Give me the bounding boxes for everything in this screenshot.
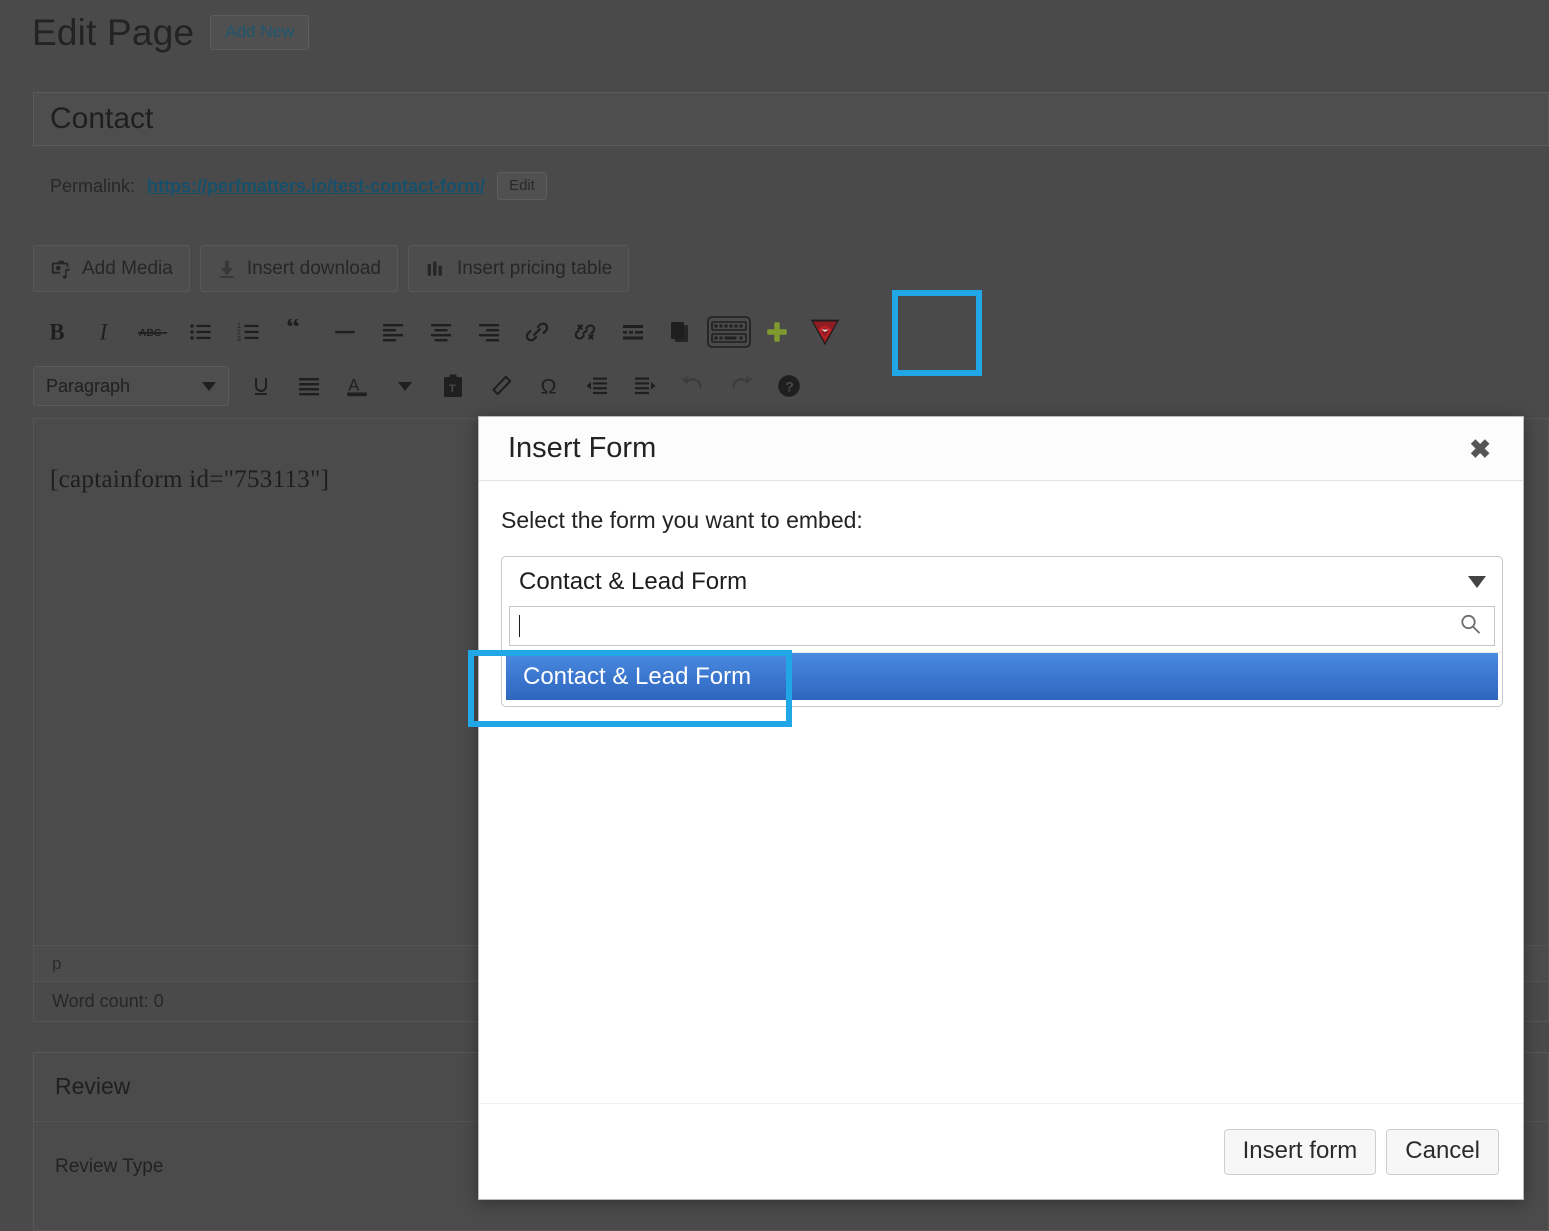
insert-pricing-table-label: Insert pricing table [457, 257, 613, 279]
svg-text:Ω: Ω [540, 374, 556, 399]
bold-button[interactable]: B [33, 308, 81, 356]
screenshot-root: Edit Page Add New Contact Permalink: htt… [0, 0, 1549, 1231]
editor-toolbar-row-2: Paragraph A T Ω ? [33, 362, 813, 410]
strikethrough-button[interactable]: ABC [129, 308, 177, 356]
decrease-indent-button[interactable] [573, 362, 621, 410]
page-heading-row: Edit Page Add New [32, 12, 310, 53]
insert-download-label: Insert download [246, 257, 381, 279]
insert-form-modal: Insert Form ✖ Select the form you want t… [478, 416, 1524, 1200]
svg-text:?: ? [785, 378, 794, 394]
numbered-list-button[interactable]: 1 2 3 [225, 308, 273, 356]
permalink-link[interactable]: https://perfmatters.io/test-contact-form… [147, 176, 485, 197]
special-character-button[interactable]: Ω [525, 362, 573, 410]
svg-text:B: B [49, 320, 64, 345]
svg-text:I: I [99, 320, 109, 345]
cancel-button[interactable]: Cancel [1386, 1128, 1499, 1175]
page-title: Edit Page [32, 12, 195, 53]
remove-link-button[interactable] [561, 308, 609, 356]
distraction-free-button[interactable] [657, 308, 705, 356]
svg-text:3: 3 [237, 336, 241, 343]
horizontal-rule-button[interactable] [321, 308, 369, 356]
increase-indent-button[interactable] [621, 362, 669, 410]
insert-form-button[interactable]: Insert form [1223, 1128, 1377, 1175]
text-color-button[interactable]: A [333, 362, 381, 410]
modal-header: Insert Form ✖ [479, 417, 1523, 481]
editor-shortcode-text: [captainform id="753113"] [50, 466, 330, 493]
insert-download-button[interactable]: Insert download [199, 245, 398, 292]
modal-body: Select the form you want to embed: Conta… [479, 481, 1523, 1103]
editor-toolbar-row-1: B I ABC 1 2 3 “ [33, 308, 849, 356]
captainform-toolbar-button[interactable] [801, 308, 849, 356]
text-color-dropdown-button[interactable] [381, 362, 429, 410]
chevron-down-icon [202, 381, 216, 391]
post-title-value: Contact [50, 102, 154, 135]
form-select-search-wrapper [502, 606, 1502, 652]
insert-link-button[interactable] [513, 308, 561, 356]
search-icon [1458, 612, 1482, 641]
justify-button[interactable] [285, 362, 333, 410]
italic-button[interactable]: I [81, 308, 129, 356]
keyboard-shortcuts-help-button[interactable]: ? [765, 362, 813, 410]
permalink-edit-button[interactable]: Edit [497, 172, 547, 200]
add-media-icon [50, 258, 72, 280]
chevron-down-icon [1468, 575, 1486, 588]
element-path-value: p [52, 953, 62, 973]
add-shortcode-button[interactable] [753, 308, 801, 356]
close-icon[interactable]: ✖ [1463, 432, 1497, 466]
toolbar-toggle-button[interactable] [705, 308, 753, 356]
form-option-contact-lead-form[interactable]: Contact & Lead Form [506, 653, 1498, 700]
svg-text:T: T [449, 383, 456, 395]
form-select-chosen[interactable]: Contact & Lead Form [502, 557, 1502, 606]
bulleted-list-button[interactable] [177, 308, 225, 356]
svg-text:A: A [348, 376, 359, 394]
paste-as-text-button[interactable]: T [429, 362, 477, 410]
captainform-shield-icon [810, 319, 840, 346]
form-option-label: Contact & Lead Form [523, 662, 752, 690]
media-buttons-row: Add Media Insert download Insert pricing… [33, 245, 630, 292]
format-select-value: Paragraph [46, 375, 131, 396]
modal-title: Insert Form [508, 432, 657, 464]
svg-text:“: “ [286, 319, 300, 343]
permalink-label: Permalink: [50, 175, 136, 196]
insert-pricing-table-button[interactable]: Insert pricing table [408, 245, 630, 292]
format-select[interactable]: Paragraph [33, 366, 229, 406]
align-right-button[interactable] [465, 308, 513, 356]
form-select-value: Contact & Lead Form [519, 567, 748, 595]
embed-instruction-label: Select the form you want to embed: [501, 507, 863, 533]
review-type-label: Review Type [55, 1156, 164, 1177]
word-count-value: Word count: 0 [52, 991, 164, 1011]
clear-formatting-button[interactable] [477, 362, 525, 410]
download-arrow-icon [217, 258, 237, 280]
underline-button[interactable] [237, 362, 285, 410]
undo-button[interactable] [669, 362, 717, 410]
form-select-results: Contact & Lead Form [502, 652, 1502, 706]
permalink-row: Permalink: https://perfmatters.io/test-c… [50, 172, 547, 200]
search-input[interactable] [509, 606, 1495, 646]
pricing-table-icon [425, 259, 447, 279]
blockquote-button[interactable]: “ [273, 308, 321, 356]
read-more-tag-button[interactable] [609, 308, 657, 356]
form-select-dropdown[interactable]: Contact & Lead Form Contact & Lead Form [501, 556, 1503, 707]
align-center-button[interactable] [417, 308, 465, 356]
redo-button[interactable] [717, 362, 765, 410]
text-cursor [519, 615, 520, 637]
modal-footer: Insert form Cancel [479, 1103, 1523, 1199]
review-metabox-title: Review [55, 1073, 131, 1099]
add-new-button[interactable]: Add New [210, 15, 310, 50]
add-media-label: Add Media [82, 257, 173, 279]
add-media-button[interactable]: Add Media [33, 245, 190, 292]
chevron-down-icon [398, 381, 412, 391]
post-title-input[interactable]: Contact [33, 92, 1549, 146]
align-left-button[interactable] [369, 308, 417, 356]
